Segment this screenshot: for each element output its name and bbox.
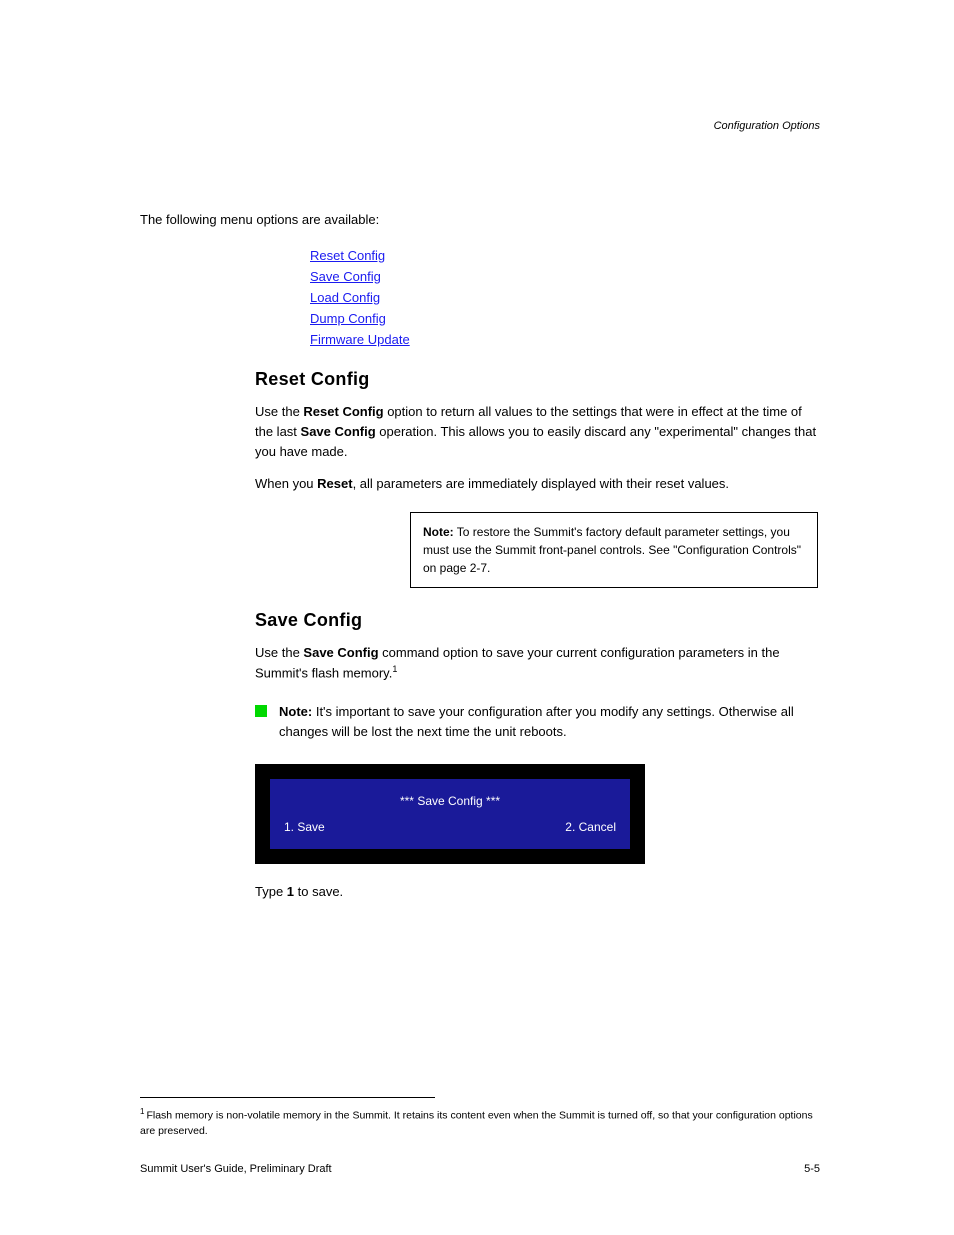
page-footer-row: Summit User's Guide, Preliminary Draft 5… xyxy=(140,1163,820,1175)
footnote-number: 1 xyxy=(140,1107,144,1116)
text: , all parameters are immediately display… xyxy=(353,476,729,491)
footer-right-pagenum: 5-5 xyxy=(804,1163,820,1175)
terminal-title: *** Save Config *** xyxy=(284,791,616,811)
text: Type xyxy=(255,884,287,899)
link-load-config[interactable]: Load Config xyxy=(310,290,820,305)
note-label: Note: xyxy=(423,525,454,539)
footnote-rule xyxy=(140,1097,435,1098)
link-firmware-update[interactable]: Firmware Update xyxy=(310,332,820,347)
terminal-options: 1. Save 2. Cancel xyxy=(284,817,616,837)
note-box: Note: To restore the Summit's factory de… xyxy=(410,512,818,588)
page-content: Configuration Options The following menu… xyxy=(140,120,820,902)
link-reset-config[interactable]: Reset Config xyxy=(310,248,820,263)
bold-text: 1 xyxy=(287,884,294,899)
note-row: Note: It's important to save your config… xyxy=(255,702,820,742)
terminal-inner: *** Save Config *** 1. Save 2. Cancel xyxy=(270,779,630,849)
bullet-square-icon xyxy=(255,705,267,717)
running-header: Configuration Options xyxy=(714,120,820,132)
heading-reset-config: Reset Config xyxy=(255,369,820,390)
text: to save. xyxy=(294,884,343,899)
footnote-text: Flash memory is non-volatile memory in t… xyxy=(140,1110,813,1137)
heading-save-config: Save Config xyxy=(255,610,820,631)
save-paragraph: Use the Save Config command option to sa… xyxy=(255,643,820,684)
bold-text: Reset xyxy=(317,476,352,491)
note-label: Note: xyxy=(279,704,312,719)
text: Use the xyxy=(255,404,303,419)
bold-text: Reset Config xyxy=(303,404,383,419)
option-cancel: 2. Cancel xyxy=(565,817,616,837)
text: Use the xyxy=(255,645,303,660)
link-dump-config[interactable]: Dump Config xyxy=(310,311,820,326)
footnote: 1Flash memory is non-volatile memory in … xyxy=(140,1106,820,1139)
text: When you xyxy=(255,476,317,491)
note-content: Note: It's important to save your config… xyxy=(279,702,820,742)
footnote-ref: 1 xyxy=(392,664,397,674)
bold-text: Save Config xyxy=(303,645,378,660)
bold-text: Save Config xyxy=(301,424,376,439)
note-text: To restore the Summit's factory default … xyxy=(423,525,801,575)
page-footer: 1Flash memory is non-volatile memory in … xyxy=(140,1097,820,1175)
after-box-text: Type 1 to save. xyxy=(255,882,820,902)
terminal-box: *** Save Config *** 1. Save 2. Cancel xyxy=(255,764,645,864)
reset-paragraph-2: When you Reset, all parameters are immed… xyxy=(255,474,820,494)
menu-links: Reset Config Save Config Load Config Dum… xyxy=(310,248,820,347)
note-text: It's important to save your configuratio… xyxy=(279,704,794,739)
reset-paragraph-1: Use the Reset Config option to return al… xyxy=(255,402,820,462)
footer-left: Summit User's Guide, Preliminary Draft xyxy=(140,1163,332,1175)
intro-text: The following menu options are available… xyxy=(140,210,820,230)
link-save-config[interactable]: Save Config xyxy=(310,269,820,284)
option-save: 1. Save xyxy=(284,817,325,837)
